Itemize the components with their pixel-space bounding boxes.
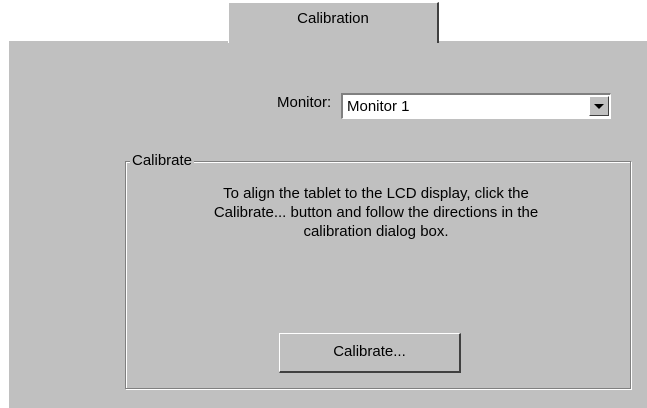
calibration-dialog: Calibration Monitor: Monitor 1 Calibrate… xyxy=(0,0,647,408)
monitor-select[interactable]: Monitor 1 xyxy=(341,93,611,119)
monitor-select-value: Monitor 1 xyxy=(347,98,410,115)
monitor-label: Monitor: xyxy=(277,94,332,111)
tab-calibration[interactable]: Calibration xyxy=(228,2,439,43)
chevron-down-icon xyxy=(594,104,604,109)
monitor-dropdown-button[interactable] xyxy=(589,96,609,116)
calibrate-group-title: Calibrate xyxy=(130,152,195,169)
tab-calibration-label: Calibration xyxy=(297,10,369,27)
calibrate-button[interactable]: Calibrate... xyxy=(279,333,461,373)
calibrate-groupbox: Calibrate To align the tablet to the LCD… xyxy=(125,152,631,389)
calibrate-instructions: To align the tablet to the LCD display, … xyxy=(213,185,539,240)
calibration-panel: Monitor: Monitor 1 Calibrate To align th… xyxy=(8,40,647,408)
